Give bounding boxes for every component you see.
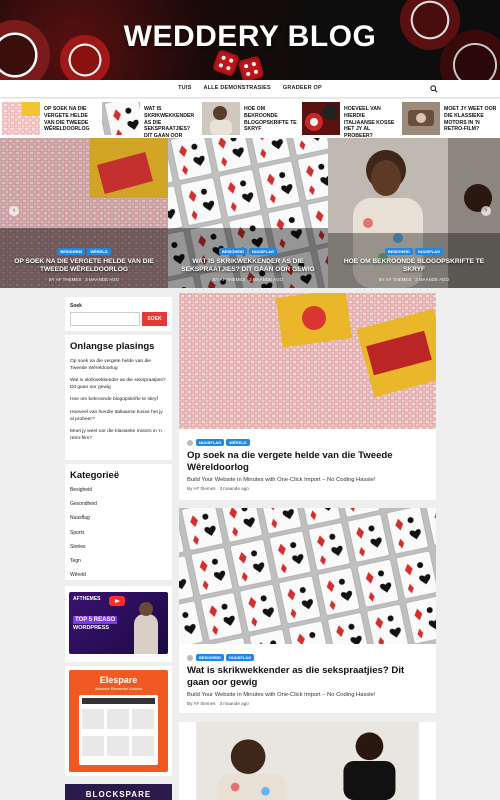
ticker-thumbnail[interactable] xyxy=(102,102,140,135)
ticker-item[interactable]: WAT IS SKRIKWEKKENDER AS DIE SEKSPRAATJI… xyxy=(102,102,200,146)
category-badge[interactable]: BESIGHEID xyxy=(57,247,86,255)
ticker-thumbnail[interactable] xyxy=(302,102,340,135)
post-excerpt: Build Your Website in Minutes with One-C… xyxy=(187,692,376,698)
search-input[interactable] xyxy=(70,312,140,326)
slide-item[interactable]: BESIGHEID NUUSFLAG WAT IS SKRIKWEKKENDER… xyxy=(168,138,328,288)
slide-item[interactable]: BESIGHEID NUUSFLAG HOE OM BEKROONDE BLOG… xyxy=(328,138,500,288)
category-badge[interactable]: NUUSFLAG xyxy=(196,439,225,446)
slide-meta: BY AF THEMES 3 MAANDE AGO xyxy=(378,277,450,282)
category-badge[interactable]: BESIGHEID xyxy=(218,247,247,255)
category-badge[interactable]: WÊRELD xyxy=(226,439,250,446)
nav-item-all-demos[interactable]: ALLE DEMONSTRASIES xyxy=(203,85,270,91)
site-header: WEDDERY BLOG xyxy=(0,0,500,80)
author-avatar xyxy=(187,654,193,661)
recent-post-link[interactable]: Hoe om bekroonde blogopskrifte te skryf xyxy=(70,396,167,403)
ad-logo: AFTHEMES xyxy=(73,596,101,602)
category-badge[interactable]: WÊRELD xyxy=(87,247,111,255)
search-widget: Soek SOEK xyxy=(65,297,172,331)
category-badge[interactable]: NUUSFLAG xyxy=(248,247,278,255)
ticker-item[interactable]: MOET JY WEET OOR DIE KLASSIEKE MOTORS IN… xyxy=(402,102,500,135)
search-icon[interactable] xyxy=(430,85,438,93)
ad-person-image xyxy=(134,602,158,654)
slide-item[interactable]: BESIGHEID WÊRELD OP SOEK NA DIE VERGETE … xyxy=(0,138,168,288)
recent-post-link[interactable]: Op soek na die vergete helde van die Twe… xyxy=(70,358,167,372)
ad-banner-blockspare[interactable]: BLOCKSPARE xyxy=(65,784,172,800)
category-badge[interactable]: BESIGHEID xyxy=(384,247,413,255)
post-image[interactable] xyxy=(179,508,436,644)
ad-title: Elespare xyxy=(99,675,138,685)
post-card xyxy=(179,722,436,800)
post-meta: By AF themes 3 maande ago xyxy=(187,701,249,706)
ticker-item[interactable]: OP SOEK NA DIE VERGETE HELDE VAN DIE TWE… xyxy=(2,102,100,135)
widget-title: Onlangse plasings xyxy=(70,341,155,352)
ticker-item[interactable]: HOE OM BEKROONDE BLOGOPSKRIFTE TE SKRYF xyxy=(202,102,300,135)
post-card: BESIGHEID NUUSFLAG Wat is skrikwekkender… xyxy=(179,508,436,713)
ticker-title[interactable]: HOE OM BEKROONDE BLOGOPSKRIFTE TE SKRYF xyxy=(240,102,300,135)
category-link[interactable]: Wêreld xyxy=(70,572,167,578)
dice-decoration xyxy=(237,55,265,80)
category-link[interactable]: Sports xyxy=(70,530,167,536)
ad-text: TOP 5 REASO xyxy=(73,616,118,624)
post-card: NUUSFLAG WÊRELD Op soek na die vergete h… xyxy=(179,288,452,500)
category-badge[interactable]: NUUSFLAG xyxy=(226,654,255,661)
recent-post-link[interactable]: Wat is skrikwekkender as die sekspraatji… xyxy=(70,377,167,391)
ticker-title[interactable]: OP SOEK NA DIE VERGETE HELDE VAN DIE TWE… xyxy=(40,102,100,135)
ad-banner-elespare[interactable]: Elespare Advance Elementor Addons xyxy=(65,666,172,776)
ticker-title[interactable]: MOET JY WEET OOR DIE KLASSIEKE MOTORS IN… xyxy=(440,102,500,135)
slide-title[interactable]: HOE OM BEKROONDE BLOGOPSKRIFTE TE SKRYF xyxy=(328,258,500,274)
ticker-item[interactable]: HOEVEEL VAN HIERDIE ITALIAANSE KOSSE HET… xyxy=(302,102,400,139)
category-link[interactable]: Gesondheid xyxy=(70,501,167,507)
category-badge[interactable]: BESIGHEID xyxy=(196,654,225,661)
slide-title[interactable]: WAT IS SKRIKWEKKENDER AS DIE SEKSPRAATJI… xyxy=(168,258,328,274)
nav-item-home[interactable]: TUIS xyxy=(178,85,191,91)
category-link[interactable]: Nuusflag xyxy=(70,515,167,521)
ad-text: WORDPRESS xyxy=(73,625,110,631)
ad-image[interactable]: Elespare Advance Elementor Addons xyxy=(69,670,168,772)
post-title[interactable]: Op soek na die vergete helde van die Twe… xyxy=(187,450,428,473)
trending-ticker: OP SOEK NA DIE VERGETE HELDE VAN DIE TWE… xyxy=(0,99,500,146)
post-image[interactable] xyxy=(179,288,452,429)
ad-image[interactable]: AFTHEMES TOP 5 REASO WORDPRESS xyxy=(69,592,168,654)
ticker-thumbnail[interactable] xyxy=(402,102,440,135)
post-image[interactable] xyxy=(179,722,436,800)
category-link[interactable]: Besigheid xyxy=(70,487,167,493)
ad-subtitle: Advance Elementor Addons xyxy=(95,687,142,691)
play-icon xyxy=(109,596,125,606)
slide-title[interactable]: OP SOEK NA DIE VERGETE HELDE VAN DIE TWE… xyxy=(0,258,168,274)
recent-posts-widget: Onlangse plasings Op soek na die vergete… xyxy=(65,335,172,460)
ticker-title[interactable]: WAT IS SKRIKWEKKENDER AS DIE SEKSPRAATJI… xyxy=(140,102,200,146)
ad-banner-video[interactable]: AFTHEMES TOP 5 REASO WORDPRESS xyxy=(65,586,172,662)
post-meta: By AF themes 3 maande ago xyxy=(187,486,249,491)
post-excerpt: Build Your Website in Minutes with One-C… xyxy=(187,477,376,483)
recent-post-link[interactable]: Moet jy weet oor die klassieke motors in… xyxy=(70,428,167,442)
slide-meta: BY AF THEMES 3 MAANDE AGO xyxy=(212,277,284,282)
site-title[interactable]: WEDDERY BLOG xyxy=(0,20,500,54)
chevron-left-icon[interactable]: ‹ xyxy=(9,206,19,216)
post-title[interactable]: Wat is skrikwekkender as die sekspraatji… xyxy=(187,665,428,688)
nav-item-upgrade[interactable]: GRADEER OP xyxy=(283,85,322,91)
chevron-right-icon[interactable]: › xyxy=(481,206,491,216)
ticker-title[interactable]: HOEVEEL VAN HIERDIE ITALIAANSE KOSSE HET… xyxy=(340,102,400,139)
category-badge[interactable]: NUUSFLAG xyxy=(414,247,444,255)
author-avatar xyxy=(187,439,193,446)
search-button[interactable]: SOEK xyxy=(142,312,167,326)
recent-post-link[interactable]: Hoeveel van hierdie Italiaanse kosse het… xyxy=(70,409,167,423)
widget-title: Kategorieë xyxy=(70,470,120,481)
featured-slider: BESIGHEID WÊRELD OP SOEK NA DIE VERGETE … xyxy=(0,138,500,288)
category-link[interactable]: Tegn xyxy=(70,558,167,564)
main-navigation: TUIS ALLE DEMONSTRASIES GRADEER OP xyxy=(0,80,500,98)
categories-widget: Kategorieë Besigheid Gesondheid Nuusflag… xyxy=(65,464,172,580)
ad-title: BLOCKSPARE xyxy=(85,790,152,799)
search-label: Soek xyxy=(70,303,82,309)
ad-screenshot xyxy=(79,695,158,765)
slide-meta: BY AF THEMES 3 MAANDE AGO xyxy=(48,277,120,282)
category-link[interactable]: Stories xyxy=(70,544,167,550)
ticker-thumbnail[interactable] xyxy=(2,102,40,135)
ticker-thumbnail[interactable] xyxy=(202,102,240,135)
